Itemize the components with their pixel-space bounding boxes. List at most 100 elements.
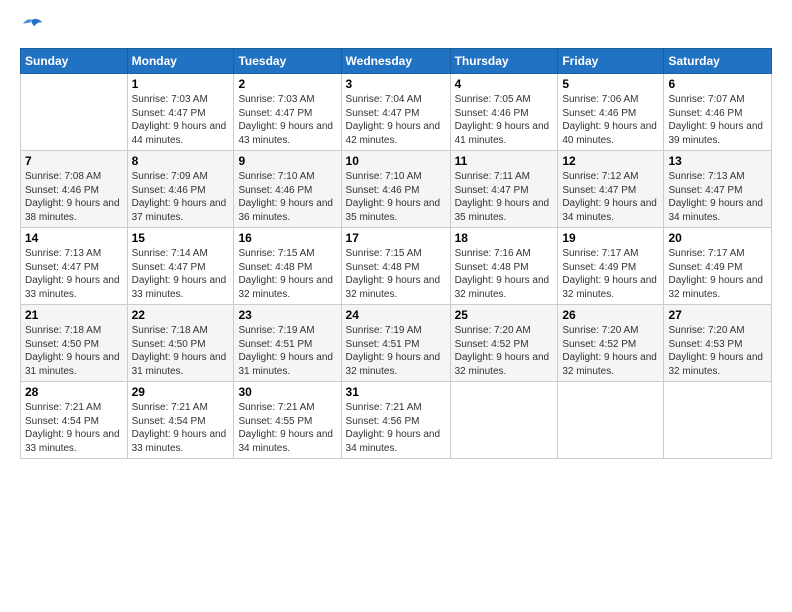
day-info: Sunrise: 7:20 AMSunset: 4:52 PMDaylight:… [562,324,659,378]
day-number: 4 [455,77,554,91]
day-info: Sunrise: 7:09 AMSunset: 4:46 PMDaylight:… [132,170,230,224]
day-number: 30 [238,385,336,399]
day-number: 10 [346,154,446,168]
day-number: 2 [238,77,336,91]
day-number: 26 [562,308,659,322]
calendar-cell [450,382,558,459]
day-number: 3 [346,77,446,91]
day-number: 27 [668,308,767,322]
calendar-cell: 14 Sunrise: 7:13 AMSunset: 4:47 PMDayligh… [21,228,128,305]
day-number: 24 [346,308,446,322]
calendar-cell: 22 Sunrise: 7:18 AMSunset: 4:50 PMDayligh… [127,305,234,382]
day-info: Sunrise: 7:10 AMSunset: 4:46 PMDaylight:… [346,170,446,224]
day-number: 12 [562,154,659,168]
logo-icon [20,16,44,40]
day-number: 15 [132,231,230,245]
day-info: Sunrise: 7:17 AMSunset: 4:49 PMDaylight:… [668,247,767,301]
calendar-cell: 20 Sunrise: 7:17 AMSunset: 4:49 PMDayligh… [664,228,772,305]
calendar-cell: 4 Sunrise: 7:05 AMSunset: 4:46 PMDaylight… [450,74,558,151]
day-info: Sunrise: 7:13 AMSunset: 4:47 PMDaylight:… [25,247,123,301]
calendar-cell: 26 Sunrise: 7:20 AMSunset: 4:52 PMDayligh… [558,305,664,382]
calendar-cell: 2 Sunrise: 7:03 AMSunset: 4:47 PMDaylight… [234,74,341,151]
day-number: 21 [25,308,123,322]
calendar-cell: 11 Sunrise: 7:11 AMSunset: 4:47 PMDayligh… [450,151,558,228]
day-number: 13 [668,154,767,168]
day-info: Sunrise: 7:06 AMSunset: 4:46 PMDaylight:… [562,93,659,147]
day-info: Sunrise: 7:07 AMSunset: 4:46 PMDaylight:… [668,93,767,147]
calendar-cell: 23 Sunrise: 7:19 AMSunset: 4:51 PMDayligh… [234,305,341,382]
day-info: Sunrise: 7:13 AMSunset: 4:47 PMDaylight:… [668,170,767,224]
day-number: 11 [455,154,554,168]
calendar-cell: 17 Sunrise: 7:15 AMSunset: 4:48 PMDayligh… [341,228,450,305]
calendar-week-4: 21 Sunrise: 7:18 AMSunset: 4:50 PMDayligh… [21,305,772,382]
day-info: Sunrise: 7:21 AMSunset: 4:54 PMDaylight:… [25,401,123,455]
day-number: 7 [25,154,123,168]
day-info: Sunrise: 7:12 AMSunset: 4:47 PMDaylight:… [562,170,659,224]
calendar-cell: 28 Sunrise: 7:21 AMSunset: 4:54 PMDayligh… [21,382,128,459]
day-info: Sunrise: 7:18 AMSunset: 4:50 PMDaylight:… [25,324,123,378]
day-number: 20 [668,231,767,245]
day-number: 22 [132,308,230,322]
weekday-header-tuesday: Tuesday [234,49,341,74]
day-number: 16 [238,231,336,245]
day-number: 25 [455,308,554,322]
day-info: Sunrise: 7:08 AMSunset: 4:46 PMDaylight:… [25,170,123,224]
calendar-week-3: 14 Sunrise: 7:13 AMSunset: 4:47 PMDayligh… [21,228,772,305]
calendar-week-5: 28 Sunrise: 7:21 AMSunset: 4:54 PMDayligh… [21,382,772,459]
day-number: 28 [25,385,123,399]
calendar-cell: 5Sunrise: 7:06 AMSunset: 4:46 PMDaylight… [558,74,664,151]
day-info: Sunrise: 7:03 AMSunset: 4:47 PMDaylight:… [238,93,336,147]
calendar-cell: 31 Sunrise: 7:21 AMSunset: 4:56 PMDayligh… [341,382,450,459]
weekday-header-row: SundayMondayTuesdayWednesdayThursdayFrid… [21,49,772,74]
day-info: Sunrise: 7:15 AMSunset: 4:48 PMDaylight:… [346,247,446,301]
day-info: Sunrise: 7:20 AMSunset: 4:53 PMDaylight:… [668,324,767,378]
day-number: 31 [346,385,446,399]
day-number: 14 [25,231,123,245]
day-number: 8 [132,154,230,168]
weekday-header-friday: Friday [558,49,664,74]
calendar-cell: 6 Sunrise: 7:07 AMSunset: 4:46 PMDaylight… [664,74,772,151]
calendar-cell: 1Sunrise: 7:03 AMSunset: 4:47 PMDaylight… [127,74,234,151]
day-number: 9 [238,154,336,168]
calendar-cell: 7 Sunrise: 7:08 AMSunset: 4:46 PMDaylight… [21,151,128,228]
header-row [20,16,772,40]
calendar-cell: 13 Sunrise: 7:13 AMSunset: 4:47 PMDayligh… [664,151,772,228]
weekday-header-wednesday: Wednesday [341,49,450,74]
day-number: 23 [238,308,336,322]
calendar-cell: 18Sunrise: 7:16 AMSunset: 4:48 PMDayligh… [450,228,558,305]
weekday-header-saturday: Saturday [664,49,772,74]
day-info: Sunrise: 7:20 AMSunset: 4:52 PMDaylight:… [455,324,554,378]
logo [20,16,48,40]
weekday-header-monday: Monday [127,49,234,74]
day-info: Sunrise: 7:05 AMSunset: 4:46 PMDaylight:… [455,93,554,147]
calendar-cell: 21 Sunrise: 7:18 AMSunset: 4:50 PMDayligh… [21,305,128,382]
day-info: Sunrise: 7:03 AMSunset: 4:47 PMDaylight:… [132,93,230,147]
day-info: Sunrise: 7:04 AMSunset: 4:47 PMDaylight:… [346,93,446,147]
calendar-cell: 30Sunrise: 7:21 AMSunset: 4:55 PMDayligh… [234,382,341,459]
page-container: SundayMondayTuesdayWednesdayThursdayFrid… [0,0,792,469]
calendar-cell [558,382,664,459]
weekday-header-sunday: Sunday [21,49,128,74]
calendar-cell: 15 Sunrise: 7:14 AMSunset: 4:47 PMDayligh… [127,228,234,305]
calendar-cell: 25 Sunrise: 7:20 AMSunset: 4:52 PMDayligh… [450,305,558,382]
day-info: Sunrise: 7:15 AMSunset: 4:48 PMDaylight:… [238,247,336,301]
calendar-week-1: 1Sunrise: 7:03 AMSunset: 4:47 PMDaylight… [21,74,772,151]
day-info: Sunrise: 7:21 AMSunset: 4:54 PMDaylight:… [132,401,230,455]
day-number: 6 [668,77,767,91]
day-number: 17 [346,231,446,245]
calendar-cell [664,382,772,459]
calendar-cell: 12 Sunrise: 7:12 AMSunset: 4:47 PMDayligh… [558,151,664,228]
day-info: Sunrise: 7:10 AMSunset: 4:46 PMDaylight:… [238,170,336,224]
calendar-cell: 27 Sunrise: 7:20 AMSunset: 4:53 PMDayligh… [664,305,772,382]
day-info: Sunrise: 7:21 AMSunset: 4:56 PMDaylight:… [346,401,446,455]
calendar-week-2: 7 Sunrise: 7:08 AMSunset: 4:46 PMDaylight… [21,151,772,228]
calendar-cell: 9 Sunrise: 7:10 AMSunset: 4:46 PMDaylight… [234,151,341,228]
day-info: Sunrise: 7:18 AMSunset: 4:50 PMDaylight:… [132,324,230,378]
day-info: Sunrise: 7:11 AMSunset: 4:47 PMDaylight:… [455,170,554,224]
calendar-cell: 3 Sunrise: 7:04 AMSunset: 4:47 PMDaylight… [341,74,450,151]
day-info: Sunrise: 7:14 AMSunset: 4:47 PMDaylight:… [132,247,230,301]
calendar-table: SundayMondayTuesdayWednesdayThursdayFrid… [20,48,772,459]
day-info: Sunrise: 7:19 AMSunset: 4:51 PMDaylight:… [238,324,336,378]
day-info: Sunrise: 7:17 AMSunset: 4:49 PMDaylight:… [562,247,659,301]
calendar-cell: 10 Sunrise: 7:10 AMSunset: 4:46 PMDayligh… [341,151,450,228]
